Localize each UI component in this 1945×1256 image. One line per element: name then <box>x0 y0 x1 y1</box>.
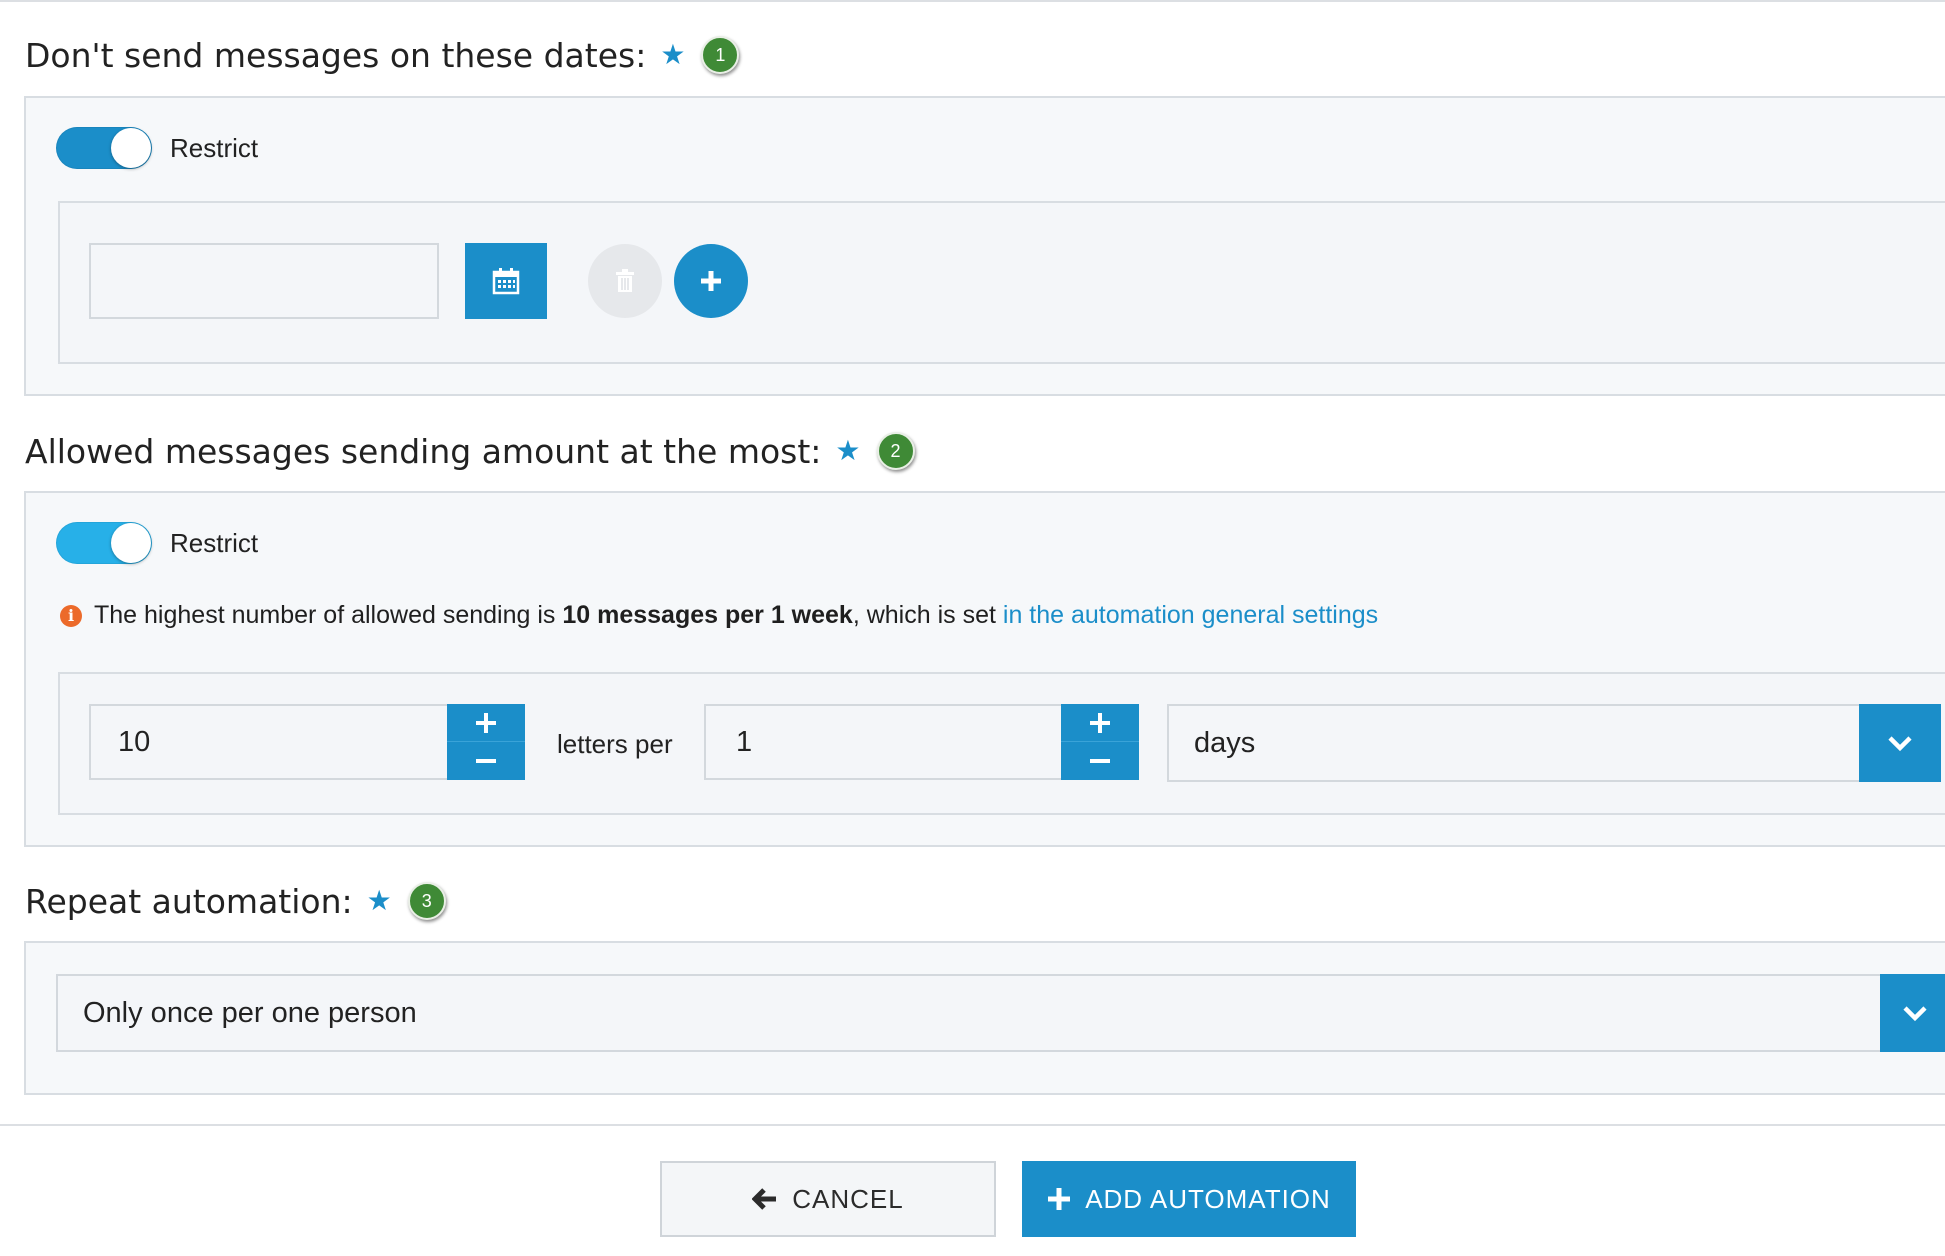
letters-count-input[interactable]: 10 <box>89 704 449 780</box>
step-badge: 3 <box>407 882 446 920</box>
toggle-knob <box>111 128 151 168</box>
add-automation-button[interactable]: ADD AUTOMATION <box>1022 1161 1356 1237</box>
period-unit-dropdown-button[interactable] <box>1859 704 1941 782</box>
letters-increment-button[interactable] <box>447 704 525 742</box>
cancel-label: CANCEL <box>792 1183 904 1214</box>
info-limit-value: 10 messages per 1 week <box>562 601 853 629</box>
repeat-section-title: Repeat automation: ★ 3 <box>25 877 446 925</box>
dates-section-title: Don't send messages on these dates: ★ 1 <box>25 31 740 79</box>
chevron-down-icon <box>1888 736 1912 752</box>
letters-count-stepper <box>447 704 525 780</box>
period-count-stepper <box>1061 704 1139 780</box>
amount-restrict-label: Restrict <box>170 527 259 558</box>
dates-inner-panel <box>58 201 1945 364</box>
calendar-icon <box>492 268 520 295</box>
sending-limit-info: i The highest number of allowed sending … <box>60 601 1378 630</box>
repeat-dropdown-button[interactable] <box>1880 974 1945 1052</box>
required-star-icon: ★ <box>835 434 861 467</box>
amount-panel: Restrict i The highest number of allowed… <box>24 491 1945 847</box>
amount-restrict-row: Restrict <box>56 522 258 564</box>
cancel-button[interactable]: CANCEL <box>660 1161 996 1237</box>
period-increment-button[interactable] <box>1061 704 1139 742</box>
letters-per-label: letters per <box>557 729 673 759</box>
info-icon: i <box>60 604 82 627</box>
toggle-knob <box>111 523 151 563</box>
dates-section-title-text: Don't send messages on these dates: <box>25 35 647 75</box>
required-star-icon: ★ <box>660 38 686 71</box>
period-decrement-button[interactable] <box>1061 742 1139 780</box>
repeat-select[interactable]: Only once per one person <box>56 974 1911 1052</box>
letters-decrement-button[interactable] <box>447 742 525 780</box>
repeat-section-title-text: Repeat automation: <box>25 881 353 921</box>
dates-restrict-label: Restrict <box>170 132 259 163</box>
footer-divider <box>0 1124 1945 1126</box>
required-star-icon: ★ <box>366 884 392 917</box>
plus-icon <box>476 713 496 733</box>
plus-icon <box>701 271 721 291</box>
general-settings-link[interactable]: in the automation general settings <box>1003 601 1378 630</box>
period-unit-select[interactable]: days <box>1167 704 1861 782</box>
arrow-left-icon <box>752 1187 778 1211</box>
calendar-button[interactable] <box>465 243 547 319</box>
plus-icon <box>1047 1187 1071 1211</box>
plus-icon <box>1090 713 1110 733</box>
amount-section-title-text: Allowed messages sending amount at the m… <box>25 431 822 471</box>
trash-icon <box>616 269 634 292</box>
chevron-down-icon <box>1903 1006 1927 1022</box>
info-text-before: The highest number of allowed sending is <box>94 601 563 629</box>
amount-inner-panel: 10 letters per 1 days <box>58 672 1945 815</box>
dates-restrict-toggle[interactable] <box>56 127 152 169</box>
amount-section-title: Allowed messages sending amount at the m… <box>25 427 915 475</box>
date-input[interactable] <box>89 243 439 319</box>
amount-restrict-toggle[interactable] <box>56 522 152 564</box>
dates-panel: Restrict <box>24 96 1945 396</box>
minus-icon <box>1090 759 1110 763</box>
repeat-panel: Only once per one person <box>24 941 1945 1095</box>
dates-restrict-row: Restrict <box>56 127 258 169</box>
top-divider <box>0 0 1945 2</box>
add-automation-label: ADD AUTOMATION <box>1085 1183 1331 1214</box>
info-text-after: , which is set <box>852 601 1003 629</box>
minus-icon <box>476 759 496 763</box>
delete-date-button[interactable] <box>588 244 662 318</box>
step-badge: 1 <box>701 36 740 74</box>
add-date-button[interactable] <box>674 244 748 318</box>
period-count-input[interactable]: 1 <box>704 704 1064 780</box>
step-badge: 2 <box>876 432 915 470</box>
